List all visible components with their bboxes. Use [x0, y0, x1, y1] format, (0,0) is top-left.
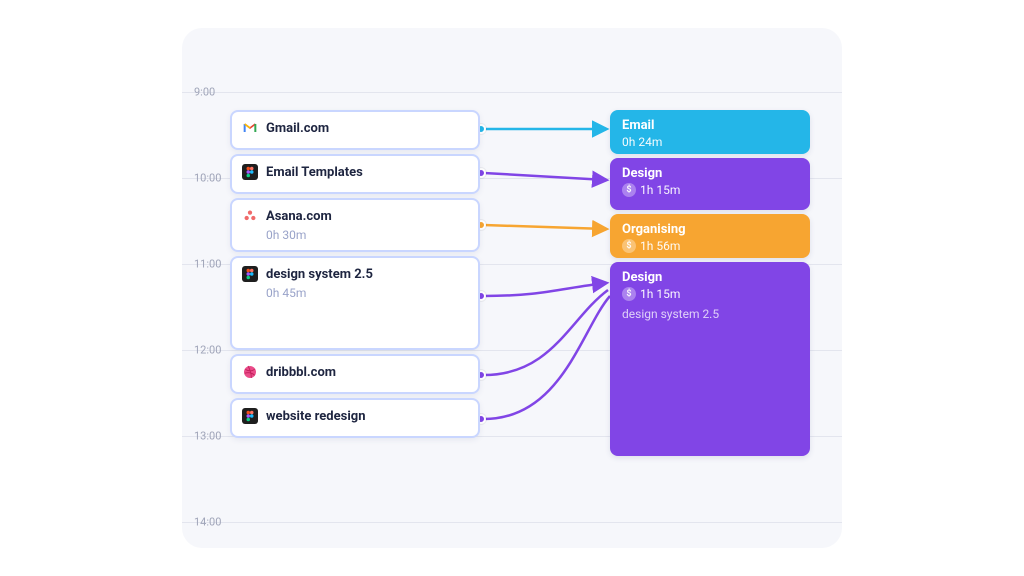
block-title: Design	[622, 270, 798, 285]
block-title: Design	[622, 166, 798, 181]
activity-duration: 0h 30m	[266, 228, 468, 242]
activity-card-asana[interactable]: Asana.com 0h 30m	[230, 198, 480, 252]
activity-card-gmail[interactable]: Gmail.com	[230, 110, 480, 150]
block-time-value: 1h 15m	[640, 183, 680, 197]
activity-title: Asana.com	[266, 209, 332, 224]
activity-duration: 0h 45m	[266, 286, 468, 300]
figma-icon	[242, 266, 258, 282]
hour-label: 10:00	[194, 172, 221, 185]
billable-badge-icon: $	[622, 287, 636, 301]
activity-title: Gmail.com	[266, 121, 329, 136]
figma-icon	[242, 164, 258, 180]
block-time: $ 1h 15m	[622, 287, 798, 301]
block-title: Organising	[622, 222, 798, 237]
hour-label: 13:00	[194, 430, 221, 443]
timeline-panel: 9:00 10:00 11:00 12:00 13:00 14:00	[182, 28, 842, 548]
activity-title: design system 2.5	[266, 267, 373, 282]
activity-title: dribbbl.com	[266, 365, 336, 380]
hour-label: 12:00	[194, 344, 221, 357]
asana-icon	[242, 208, 258, 224]
block-time: 0h 24m	[622, 135, 798, 149]
billable-badge-icon: $	[622, 183, 636, 197]
activity-card-figma-redesign[interactable]: website redesign	[230, 398, 480, 438]
calendar-block-design-2[interactable]: Design $ 1h 15m design system 2.5	[610, 262, 810, 456]
dribbble-icon	[242, 364, 258, 380]
activity-card-figma-ds[interactable]: design system 2.5 0h 45m	[230, 256, 480, 350]
calendar-block-design-1[interactable]: Design $ 1h 15m	[610, 158, 810, 210]
hour-line	[182, 522, 842, 523]
activity-title: Email Templates	[266, 165, 363, 180]
hour-line	[182, 92, 842, 93]
gmail-icon	[242, 120, 258, 136]
block-time: $ 1h 56m	[622, 239, 798, 253]
hour-label: 14:00	[194, 516, 221, 529]
hour-label: 11:00	[194, 258, 221, 271]
calendar-blocks: Email 0h 24m Design $ 1h 15m Organising …	[610, 110, 810, 456]
activity-card-dribbble[interactable]: dribbbl.com	[230, 354, 480, 394]
activity-card-figma-email[interactable]: Email Templates	[230, 154, 480, 194]
billable-badge-icon: $	[622, 239, 636, 253]
activity-title: website redesign	[266, 409, 365, 424]
block-subtitle: design system 2.5	[622, 307, 798, 321]
block-title: Email	[622, 118, 798, 133]
calendar-block-email[interactable]: Email 0h 24m	[610, 110, 810, 154]
activity-list: Gmail.com Email Templates Asana.com 0h 3…	[230, 110, 480, 438]
figma-icon	[242, 408, 258, 424]
block-time-value: 1h 56m	[640, 239, 680, 253]
block-time: $ 1h 15m	[622, 183, 798, 197]
hour-label: 9:00	[194, 86, 215, 99]
block-time-value: 1h 15m	[640, 287, 680, 301]
calendar-block-organising[interactable]: Organising $ 1h 56m	[610, 214, 810, 258]
